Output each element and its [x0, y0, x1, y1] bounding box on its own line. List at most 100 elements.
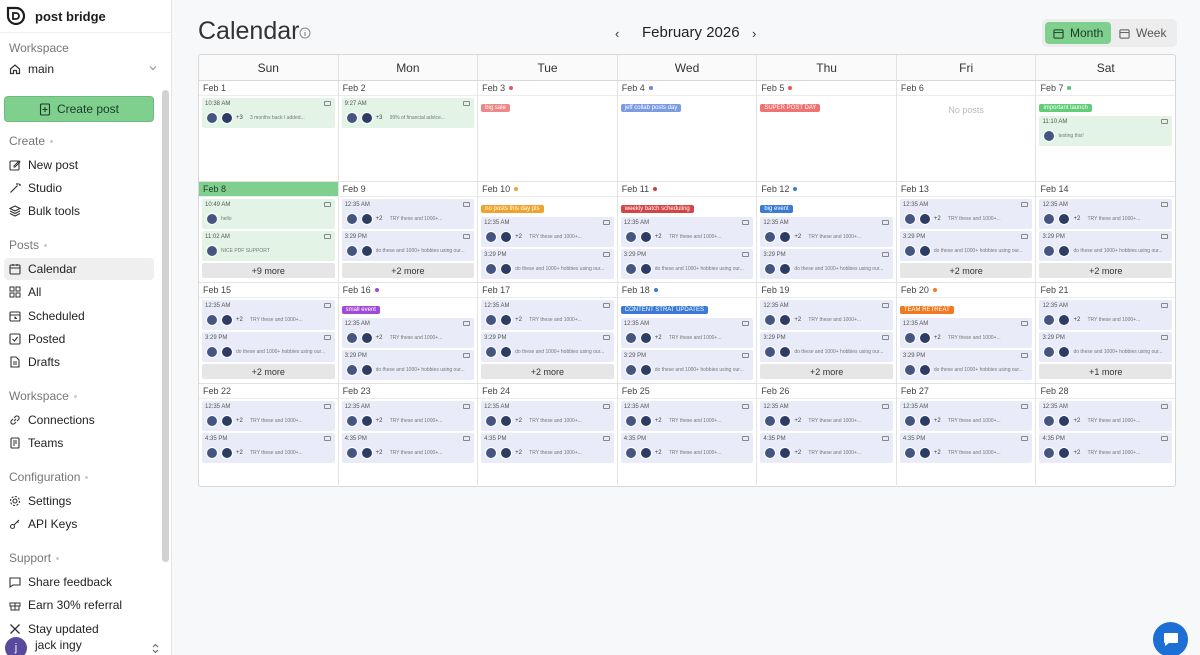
- day-cell[interactable]: Feb 22 12:35 AM +2 TRY these and 1000+... 4:…: [199, 384, 339, 485]
- event-label[interactable]: jeff collab posts day: [620, 104, 682, 112]
- day-cell[interactable]: Feb 9 12:35 AM +2 TRY these and 1000+... 3:2…: [338, 182, 479, 282]
- more-posts-button[interactable]: +1 more: [1039, 364, 1173, 379]
- day-cell[interactable]: Feb 15 12:35 AM +2 TRY these and 1000+... 3:…: [199, 283, 339, 383]
- post-card[interactable]: 4:35 PM +2 TRY these and 1000+...: [481, 433, 614, 463]
- post-card[interactable]: 3:29 PM do these and 1000+ hobbies using …: [760, 332, 893, 362]
- event-label[interactable]: big sale: [481, 104, 510, 112]
- post-card[interactable]: 12:35 AM +2 TRY these and 1000+...: [620, 401, 754, 431]
- post-card[interactable]: 3:29 PM do these and 1000+ hobbies using …: [620, 249, 754, 279]
- week-view-button[interactable]: Week: [1111, 22, 1174, 44]
- post-card[interactable]: 10:38 AM +3 3 months back I added...: [202, 98, 335, 128]
- post-card[interactable]: 12:35 AM +2 TRY these and 1000+...: [1039, 199, 1173, 229]
- post-card[interactable]: 4:35 PM +2 TRY these and 1000+...: [202, 433, 335, 463]
- day-cell[interactable]: Feb 14 12:35 AM +2 TRY these and 1000+... 3:…: [1036, 182, 1175, 282]
- chat-button[interactable]: [1153, 622, 1188, 655]
- day-cell[interactable]: Feb 2 9:27 AM +3 99% of financial advice...: [338, 81, 479, 181]
- post-card[interactable]: 4:35 PM +2 TRY these and 1000+...: [341, 433, 475, 463]
- post-card[interactable]: 12:35 AM +2 TRY these and 1000+...: [202, 300, 335, 330]
- post-card[interactable]: 4:35 PM +2 TRY these and 1000+...: [899, 433, 1033, 463]
- post-card[interactable]: 12:35 AM +2 TRY these and 1000+...: [481, 217, 614, 247]
- nav-share-feedback[interactable]: Share feedback: [4, 571, 154, 593]
- day-cell[interactable]: Feb 11 weekly batch scheduling 12:35 AM +2 T…: [617, 182, 758, 282]
- event-label[interactable]: small event: [341, 306, 380, 314]
- post-card[interactable]: 3:29 PM do these and 1000+ hobbies using …: [1039, 231, 1173, 261]
- user-menu[interactable]: j jack ingy: [5, 637, 82, 655]
- more-posts-button[interactable]: +2 more: [1039, 263, 1173, 278]
- chevron-updown-icon[interactable]: [151, 643, 160, 654]
- nav-new-post[interactable]: New post: [4, 154, 154, 176]
- info-icon[interactable]: [299, 27, 311, 39]
- post-card[interactable]: 3:29 PM do these and 1000+ hobbies using …: [341, 350, 475, 380]
- event-label[interactable]: SUPER POST DAY: [760, 104, 821, 112]
- more-posts-button[interactable]: +2 more: [202, 364, 335, 379]
- event-label[interactable]: no posts this day pls: [481, 205, 544, 213]
- nav-teams[interactable]: Teams: [4, 432, 154, 454]
- post-card[interactable]: 12:35 AM +2 TRY these and 1000+...: [481, 401, 614, 431]
- post-card[interactable]: 12:35 AM +2 TRY these and 1000+...: [341, 401, 475, 431]
- post-card[interactable]: 12:35 AM +2 TRY these and 1000+...: [1039, 300, 1173, 330]
- post-card[interactable]: 12:35 AM +2 TRY these and 1000+...: [341, 318, 475, 348]
- post-card[interactable]: 12:35 AM +2 TRY these and 1000+...: [760, 300, 893, 330]
- post-card[interactable]: 11:02 AM NICE PDF SUPPORT: [202, 231, 335, 261]
- nav-connections[interactable]: Connections: [4, 409, 154, 431]
- day-cell[interactable]: Feb 1 10:38 AM +3 3 months back I added...: [199, 81, 339, 181]
- post-card[interactable]: 12:35 AM +2 TRY these and 1000+...: [760, 217, 893, 247]
- post-card[interactable]: 3:29 PM do these and 1000+ hobbies using …: [341, 231, 475, 261]
- day-cell[interactable]: Feb 8 10:49 AM hello 11:02 AM NICE PDF SUPPO…: [199, 182, 339, 282]
- post-card[interactable]: 3:29 PM do these and 1000+ hobbies using …: [760, 249, 893, 279]
- day-cell[interactable]: Feb 10 no posts this day pls 12:35 AM +2 TRY…: [478, 182, 618, 282]
- post-card[interactable]: 10:49 AM hello: [202, 199, 335, 229]
- day-cell[interactable]: Feb 20 TEAM RETREAT 12:35 AM +2 TRY these an…: [896, 283, 1037, 383]
- event-label[interactable]: big event: [760, 205, 793, 213]
- post-card[interactable]: 12:35 AM +2 TRY these and 1000+...: [341, 199, 475, 229]
- day-cell[interactable]: Feb 13 12:35 AM +2 TRY these and 1000+... 3:…: [896, 182, 1037, 282]
- day-cell[interactable]: Feb 18 CONTENT STRAT UPDATES 12:35 AM +2 TRY…: [617, 283, 758, 383]
- day-cell[interactable]: Feb 4 jeff collab posts day: [617, 81, 758, 181]
- brand[interactable]: post bridge: [0, 0, 171, 33]
- post-card[interactable]: 12:35 AM +2 TRY these and 1000+...: [481, 300, 614, 330]
- day-cell[interactable]: Feb 12 big event 12:35 AM +2 TRY these and 1…: [757, 182, 897, 282]
- post-card[interactable]: 12:35 AM +2 TRY these and 1000+...: [620, 217, 754, 247]
- nav-api-keys[interactable]: API Keys: [4, 513, 154, 535]
- more-posts-button[interactable]: +2 more: [760, 364, 893, 379]
- event-label[interactable]: weekly batch scheduling: [620, 205, 694, 213]
- post-card[interactable]: 4:35 PM +2 TRY these and 1000+...: [760, 433, 893, 463]
- more-posts-button[interactable]: +2 more: [341, 263, 475, 278]
- post-card[interactable]: 12:35 AM +2 TRY these and 1000+...: [899, 199, 1033, 229]
- nav-settings[interactable]: Settings: [4, 490, 154, 512]
- post-card[interactable]: 4:35 PM +2 TRY these and 1000+...: [1039, 433, 1173, 463]
- nav-earn-referral[interactable]: Earn 30% referral: [4, 594, 154, 616]
- post-card[interactable]: 3:29 PM do these and 1000+ hobbies using …: [620, 350, 754, 380]
- day-cell[interactable]: Feb 16 small event 12:35 AM +2 TRY these and…: [338, 283, 479, 383]
- sidebar-scrollbar[interactable]: [162, 90, 169, 562]
- day-cell[interactable]: Feb 28 12:35 AM +2 TRY these and 1000+... 4:…: [1036, 384, 1175, 485]
- nav-bulk-tools[interactable]: Bulk tools: [4, 200, 154, 222]
- post-card[interactable]: 11:10 AM testing this!: [1039, 116, 1173, 146]
- day-cell[interactable]: Feb 17 12:35 AM +2 TRY these and 1000+... 3:…: [478, 283, 618, 383]
- post-card[interactable]: 3:29 PM do these and 1000+ hobbies using …: [1039, 332, 1173, 362]
- day-cell[interactable]: Feb 24 12:35 AM +2 TRY these and 1000+... 4:…: [478, 384, 618, 485]
- more-posts-button[interactable]: +2 more: [481, 364, 614, 379]
- post-card[interactable]: 3:29 PM do these and 1000+ hobbies using …: [202, 332, 335, 362]
- day-cell[interactable]: Feb 6 No posts: [896, 81, 1037, 181]
- day-cell[interactable]: Feb 5 SUPER POST DAY: [757, 81, 897, 181]
- event-label[interactable]: CONTENT STRAT UPDATES: [620, 306, 708, 314]
- more-posts-button[interactable]: +2 more: [899, 263, 1033, 278]
- day-cell[interactable]: Feb 19 12:35 AM +2 TRY these and 1000+... 3:…: [757, 283, 897, 383]
- day-cell[interactable]: Feb 21 12:35 AM +2 TRY these and 1000+... 3:…: [1036, 283, 1175, 383]
- prev-month-button[interactable]: ‹: [615, 26, 619, 41]
- post-card[interactable]: 9:27 AM +3 99% of financial advice...: [341, 98, 475, 128]
- post-card[interactable]: 3:29 PM do these and 1000+ hobbies using …: [481, 249, 614, 279]
- post-card[interactable]: 3:29 PM do these and 1000+ hobbies using …: [481, 332, 614, 362]
- next-month-button[interactable]: ›: [752, 26, 756, 41]
- day-cell[interactable]: Feb 26 12:35 AM +2 TRY these and 1000+... 4:…: [757, 384, 897, 485]
- nav-drafts[interactable]: Drafts: [4, 351, 154, 373]
- month-view-button[interactable]: Month: [1045, 22, 1112, 44]
- post-card[interactable]: 3:29 PM do these and 1000+ hobbies using …: [899, 350, 1033, 380]
- nav-calendar[interactable]: Calendar: [4, 258, 154, 280]
- post-card[interactable]: 12:35 AM +2 TRY these and 1000+...: [760, 401, 893, 431]
- nav-posted[interactable]: Posted: [4, 328, 154, 350]
- nav-all[interactable]: All: [4, 281, 154, 303]
- day-cell[interactable]: Feb 3 big sale: [478, 81, 618, 181]
- day-cell[interactable]: Feb 27 12:35 AM +2 TRY these and 1000+... 4:…: [896, 384, 1037, 485]
